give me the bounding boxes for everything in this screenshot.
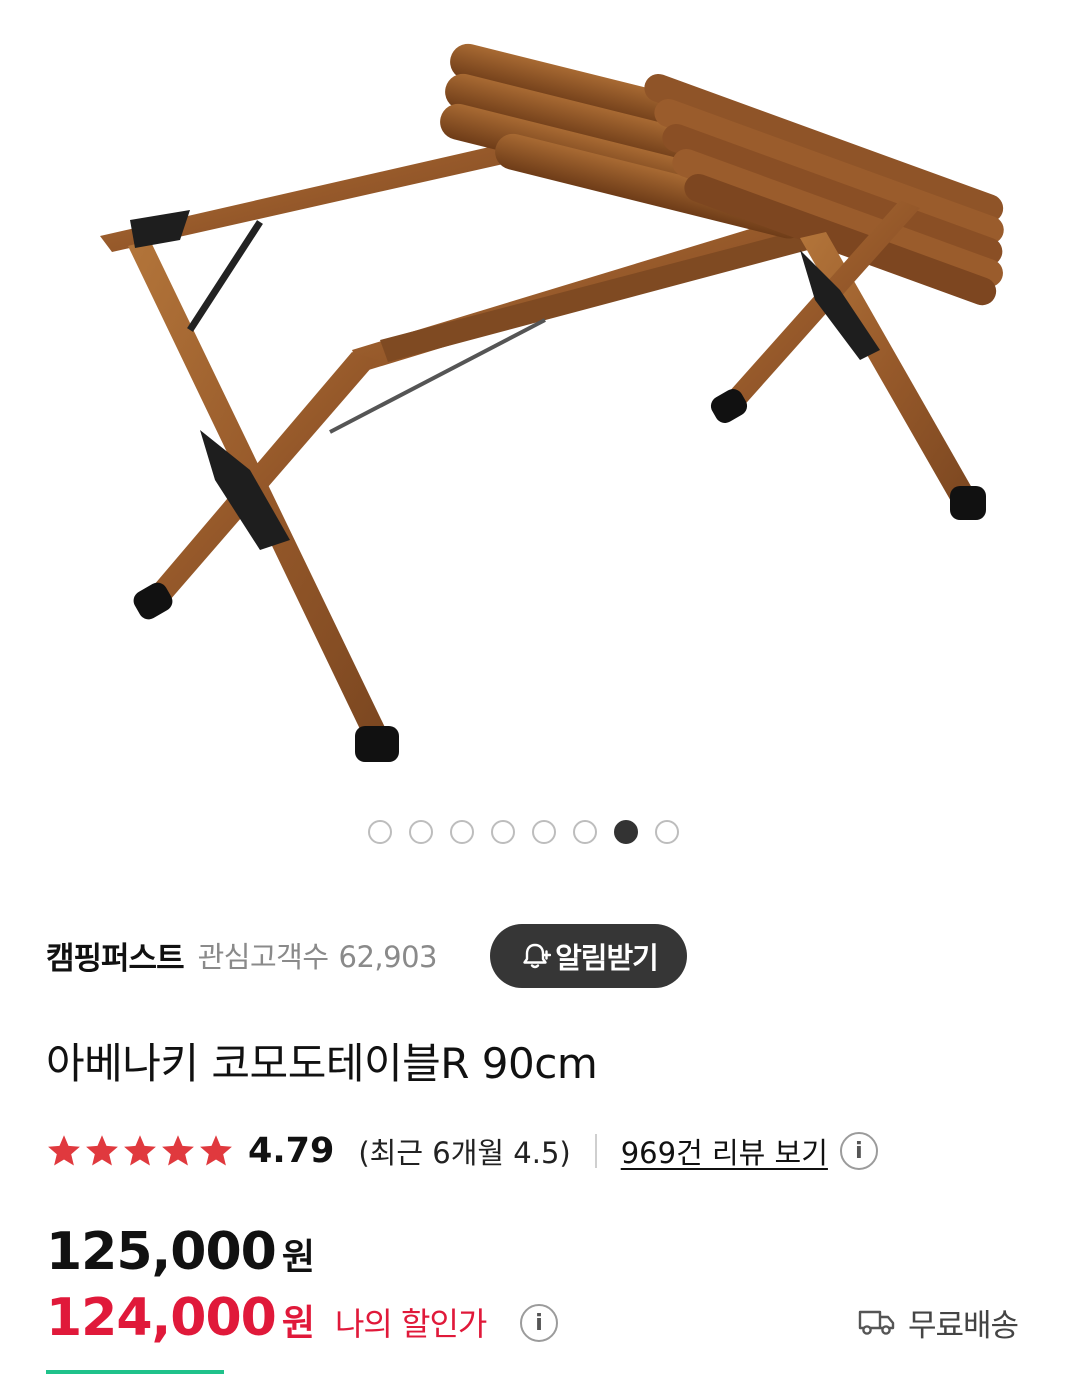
divider	[594, 1134, 597, 1168]
gallery-dot[interactable]	[368, 820, 392, 844]
followers-label: 관심고객수	[197, 940, 329, 974]
tab-indicator	[46, 1370, 224, 1374]
gallery-dot[interactable]	[491, 820, 515, 844]
sale-price-unit: 원	[281, 1303, 315, 1344]
bell-plus-icon	[523, 943, 552, 969]
gallery-dot-active[interactable]	[614, 820, 638, 844]
followers-count: 62,903	[338, 940, 438, 974]
original-price-unit: 원	[281, 1237, 315, 1278]
rating-stars	[46, 1133, 234, 1169]
gallery-dot[interactable]	[573, 820, 597, 844]
rating-score: 4.79	[248, 1131, 335, 1171]
star-icon	[200, 1135, 232, 1166]
alarm-button-label: 알림받기	[555, 941, 659, 975]
sale-price-value: 124,000	[46, 1288, 277, 1348]
star-icon	[124, 1135, 156, 1166]
gallery-dot[interactable]	[409, 820, 433, 844]
seller-row: 캠핑퍼스트 관심고객수 62,903	[46, 922, 438, 988]
sale-info-icon[interactable]: i	[520, 1304, 558, 1342]
star-icon	[48, 1135, 80, 1166]
gallery-dot[interactable]	[450, 820, 474, 844]
followers-info: 관심고객수 62,903	[197, 934, 438, 976]
gallery-dot[interactable]	[655, 820, 679, 844]
product-image[interactable]	[0, 0, 1080, 852]
gallery-dot[interactable]	[532, 820, 556, 844]
sale-price: 124,000 원 나의 할인가	[46, 1288, 487, 1348]
gallery-pagination[interactable]	[368, 820, 679, 844]
delivery-info: 무료배송	[858, 1298, 1019, 1346]
star-icon	[162, 1135, 194, 1166]
seller-name[interactable]: 캠핑퍼스트	[46, 933, 185, 978]
product-title: 아베나키 코모도테이블R 90cm	[46, 1039, 598, 1088]
original-price-value: 125,000	[46, 1222, 277, 1282]
alarm-button[interactable]: 알림받기	[490, 924, 687, 988]
review-link[interactable]: 969건 리뷰 보기	[621, 1130, 828, 1172]
delivery-label: 무료배송	[908, 1307, 1019, 1344]
info-icon[interactable]: i	[839, 1132, 878, 1170]
sale-price-label: 나의 할인가	[334, 1305, 487, 1343]
original-price: 125,000 원	[46, 1222, 315, 1282]
recent-rating: (최근 6개월 4.5)	[358, 1136, 571, 1170]
folding-table-illustration	[100, 43, 1004, 762]
rating-row: 4.79 (최근 6개월 4.5) 969건 리뷰 보기 i	[46, 1126, 878, 1176]
truck-icon	[858, 1310, 895, 1335]
star-icon	[86, 1135, 118, 1166]
